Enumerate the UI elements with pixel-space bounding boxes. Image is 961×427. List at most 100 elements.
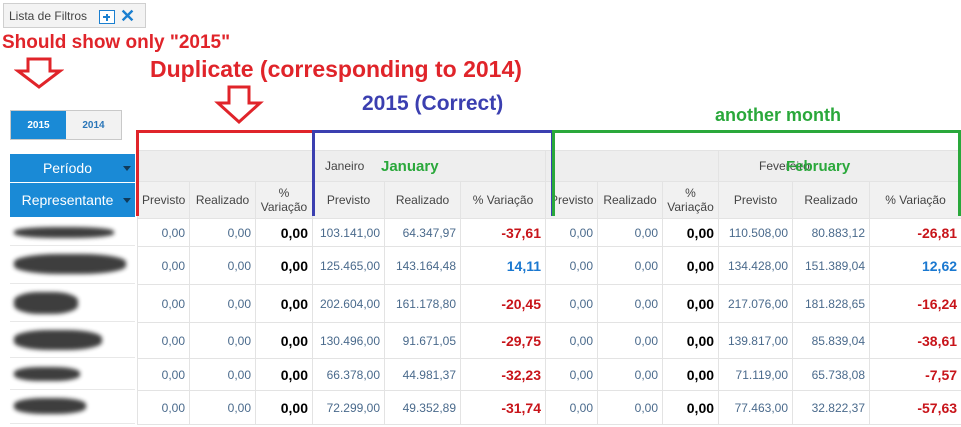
row-name-redacted	[10, 390, 135, 424]
cell-duplicate-realizado: 0,00	[189, 246, 256, 285]
cell-duplicate-realizado: 0,00	[597, 322, 664, 359]
cell-duplicate-previsto: 0,00	[545, 322, 599, 359]
table-row: 0,00 0,00 0,00 72.299,00 49.352,89 -31,74 0,00…	[137, 390, 961, 425]
cell-janeiro-variacao: -31,74	[459, 390, 547, 425]
periodo-field-label: Período	[42, 160, 93, 176]
cell-janeiro-previsto: 125.465,00	[312, 246, 385, 285]
cell-duplicate-variacao: 0,00	[255, 246, 313, 285]
cell-duplicate-realizado: 0,00	[597, 358, 664, 391]
cell-janeiro-realizado: 64.347,97	[384, 218, 461, 247]
cell-duplicate-realizado: 0,00	[189, 390, 256, 425]
representante-field-label: Representante	[21, 192, 114, 208]
filter-list-tab[interactable]: Lista de Filtros ✕	[3, 3, 146, 28]
cell-duplicate-previsto: 0,00	[137, 218, 190, 247]
cell-duplicate-variacao: 0,00	[662, 322, 720, 359]
cell-fevereiro-previsto: 139.817,00	[718, 322, 794, 359]
cell-janeiro-realizado: 161.178,80	[384, 284, 461, 323]
cell-duplicate-previsto: 0,00	[545, 390, 599, 425]
caret-down-icon[interactable]	[123, 198, 131, 203]
cell-fevereiro-variacao: 12,62	[869, 246, 961, 285]
cell-janeiro-realizado: 44.981,37	[384, 358, 461, 391]
cell-janeiro-realizado: 49.352,89	[384, 390, 461, 425]
cell-duplicate-realizado: 0,00	[597, 284, 664, 323]
annotation-january: January	[381, 158, 439, 175]
cell-duplicate-realizado: 0,00	[189, 284, 256, 323]
row-name-redacted	[10, 322, 135, 358]
cell-fevereiro-previsto: 134.428,00	[718, 246, 794, 285]
cell-duplicate-previsto: 0,00	[137, 284, 190, 323]
cell-janeiro-previsto: 72.299,00	[312, 390, 385, 425]
cell-duplicate-realizado: 0,00	[189, 218, 256, 247]
year-button-2015[interactable]: 2015	[11, 111, 66, 139]
periodo-field-button[interactable]: Período	[10, 154, 135, 182]
cell-duplicate-realizado: 0,00	[189, 358, 256, 391]
representante-field-button[interactable]: Representante	[10, 183, 135, 217]
cell-fevereiro-variacao: -38,61	[869, 322, 961, 359]
cell-duplicate-previsto: 0,00	[545, 246, 599, 285]
cell-janeiro-variacao: -32,23	[459, 358, 547, 391]
cell-janeiro-previsto: 103.141,00	[312, 218, 385, 247]
cell-janeiro-realizado: 91.671,05	[384, 322, 461, 359]
add-icon[interactable]	[99, 10, 115, 24]
cell-duplicate-variacao: 0,00	[662, 358, 720, 391]
cell-fevereiro-variacao: -7,57	[869, 358, 961, 391]
cell-duplicate-variacao: 0,00	[255, 284, 313, 323]
cell-fevereiro-realizado: 151.389,04	[792, 246, 871, 285]
cell-janeiro-variacao: -37,61	[459, 218, 547, 247]
table-row: 0,00 0,00 0,00 202.604,00 161.178,80 -20,45 0,…	[137, 284, 961, 323]
caret-down-icon[interactable]	[123, 166, 131, 171]
arrow-down-icon	[214, 85, 264, 125]
cell-fevereiro-previsto: 77.463,00	[718, 390, 794, 425]
row-name-redacted	[10, 284, 135, 322]
cell-janeiro-previsto: 130.496,00	[312, 322, 385, 359]
cell-duplicate-variacao: 0,00	[662, 390, 720, 425]
table-row: 0,00 0,00 0,00 130.496,00 91.671,05 -29,75 0,0…	[137, 322, 961, 359]
cell-duplicate-previsto: 0,00	[545, 218, 599, 247]
cell-duplicate-variacao: 0,00	[662, 284, 720, 323]
cell-duplicate-variacao: 0,00	[255, 390, 313, 425]
cell-fevereiro-variacao: -57,63	[869, 390, 961, 425]
cell-fevereiro-realizado: 32.822,37	[792, 390, 871, 425]
annotation-february: February	[786, 158, 851, 175]
cell-fevereiro-variacao: -16,24	[869, 284, 961, 323]
cell-duplicate-previsto: 0,00	[137, 390, 190, 425]
table-row: 0,00 0,00 0,00 103.141,00 64.347,97 -37,61 0,0…	[137, 218, 961, 247]
table-row: 0,00 0,00 0,00 125.465,00 143.164,48 14,11 0,0…	[137, 246, 961, 285]
cell-duplicate-realizado: 0,00	[597, 390, 664, 425]
arrow-down-icon	[14, 57, 64, 89]
cell-fevereiro-previsto: 110.508,00	[718, 218, 794, 247]
cell-fevereiro-realizado: 80.883,12	[792, 218, 871, 247]
filter-list-label: Lista de Filtros	[9, 8, 88, 23]
cell-janeiro-variacao: 14,11	[459, 246, 547, 285]
annotation-show-only: Should show only "2015"	[2, 32, 231, 53]
cell-duplicate-variacao: 0,00	[255, 322, 313, 359]
row-name-redacted	[10, 218, 135, 246]
cell-duplicate-realizado: 0,00	[597, 218, 664, 247]
cell-janeiro-variacao: -20,45	[459, 284, 547, 323]
close-icon[interactable]: ✕	[120, 5, 135, 27]
cell-duplicate-previsto: 0,00	[137, 322, 190, 359]
row-name-redacted	[10, 246, 135, 284]
another-month-highlight-box	[552, 130, 961, 216]
cell-duplicate-variacao: 0,00	[255, 358, 313, 391]
annotation-another-month: another month	[715, 105, 841, 125]
cell-janeiro-previsto: 202.604,00	[312, 284, 385, 323]
cell-fevereiro-previsto: 71.119,00	[718, 358, 794, 391]
cell-fevereiro-realizado: 65.738,08	[792, 358, 871, 391]
cell-duplicate-realizado: 0,00	[189, 322, 256, 359]
annotation-duplicate: Duplicate (corresponding to 2014)	[150, 56, 522, 82]
year-toggle: 2015 2014	[10, 110, 122, 140]
row-name-redacted	[10, 358, 135, 390]
cell-duplicate-variacao: 0,00	[662, 218, 720, 247]
cell-fevereiro-previsto: 217.076,00	[718, 284, 794, 323]
table-row: 0,00 0,00 0,00 66.378,00 44.981,37 -32,23 0,00…	[137, 358, 961, 391]
cell-duplicate-previsto: 0,00	[137, 358, 190, 391]
cell-duplicate-previsto: 0,00	[137, 246, 190, 285]
year-button-2014[interactable]: 2014	[66, 111, 121, 139]
cell-duplicate-variacao: 0,00	[662, 246, 720, 285]
cell-duplicate-realizado: 0,00	[597, 246, 664, 285]
cell-duplicate-variacao: 0,00	[255, 218, 313, 247]
cell-janeiro-variacao: -29,75	[459, 322, 547, 359]
duplicate-highlight-box	[136, 130, 315, 216]
cell-fevereiro-realizado: 85.839,04	[792, 322, 871, 359]
